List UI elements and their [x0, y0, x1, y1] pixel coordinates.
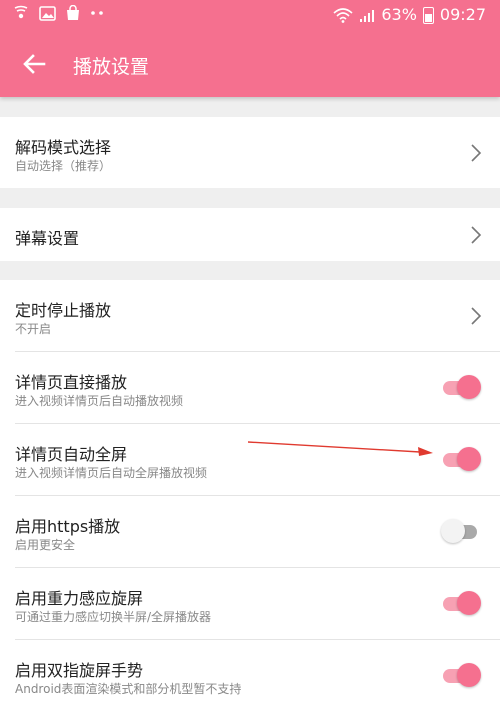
row-subtitle: 进入视频详情页后自动播放视频	[15, 394, 184, 408]
row-subtitle: Android表面渲染模式和部分机型暂不支持	[15, 682, 242, 696]
toggle-knob	[457, 591, 481, 615]
row-title: 详情页自动全屏	[15, 445, 128, 464]
toggle-knob	[457, 375, 481, 399]
group-playback: 定时停止播放 不开启 详情页直接播放 进入视频详情页后自动播放视频 详情页自动全…	[0, 280, 500, 711]
gravity-rotate-toggle[interactable]	[443, 589, 481, 617]
row-subtitle: 不开启	[15, 322, 52, 336]
row-subtitle: 启用更安全	[15, 538, 76, 552]
status-bar: 63% 09:27	[0, 0, 500, 30]
battery-percent: 63%	[381, 5, 417, 24]
row-subtitle: 进入视频详情页后自动全屏播放视频	[15, 466, 208, 480]
status-left-icons	[12, 5, 104, 21]
row-danmaku-settings[interactable]: 弹幕设置	[0, 208, 500, 261]
signal-icon	[360, 9, 375, 22]
more-dots-icon	[91, 11, 103, 15]
row-title: 启用https播放	[15, 517, 121, 536]
toggle-knob	[457, 663, 481, 687]
row-title: 弹幕设置	[15, 229, 80, 248]
row-title: 详情页直接播放	[15, 373, 128, 392]
group-decode: 解码模式选择 自动选择（推荐）	[0, 117, 500, 188]
row-decode-mode[interactable]: 解码模式选择 自动选择（推荐）	[0, 117, 500, 188]
toggle-knob	[441, 519, 465, 543]
clock: 09:27	[439, 5, 486, 24]
arrow-left-icon[interactable]	[18, 48, 50, 80]
row-https-play[interactable]: 启用https播放 启用更安全	[0, 496, 500, 567]
toggle-knob	[457, 447, 481, 471]
cast-icon	[14, 5, 28, 19]
two-finger-rotate-toggle[interactable]	[443, 661, 481, 689]
row-subtitle: 可通过重力感应切换半屏/全屏播放器	[15, 610, 212, 624]
shopping-bag-icon	[67, 5, 79, 20]
status-right-icons: 63% 09:27	[333, 5, 486, 25]
battery-icon	[422, 6, 434, 24]
row-subtitle: 自动选择（推荐）	[15, 159, 112, 173]
row-direct-play[interactable]: 详情页直接播放 进入视频详情页后自动播放视频	[0, 352, 500, 423]
group-danmaku: 弹幕设置	[0, 208, 500, 261]
row-title: 解码模式选择	[15, 138, 112, 157]
wifi-icon	[333, 8, 353, 23]
chevron-right-icon	[471, 307, 482, 325]
direct-play-toggle[interactable]	[443, 373, 481, 401]
row-auto-fullscreen[interactable]: 详情页自动全屏 进入视频详情页后自动全屏播放视频	[0, 424, 500, 495]
image-icon	[39, 5, 56, 21]
chevron-right-icon	[471, 226, 482, 244]
row-two-finger-rotate[interactable]: 启用双指旋屏手势 Android表面渲染模式和部分机型暂不支持	[0, 640, 500, 711]
app-bar: 63% 09:27 播放设置	[0, 0, 500, 97]
row-timer-stop[interactable]: 定时停止播放 不开启	[0, 280, 500, 351]
toolbar: 播放设置	[0, 30, 500, 97]
row-title: 启用重力感应旋屏	[15, 589, 144, 608]
row-title: 定时停止播放	[15, 301, 112, 320]
chevron-right-icon	[471, 144, 482, 162]
row-title: 启用双指旋屏手势	[15, 661, 144, 680]
auto-fullscreen-toggle[interactable]	[443, 445, 481, 473]
https-toggle[interactable]	[441, 517, 481, 545]
row-gravity-rotate[interactable]: 启用重力感应旋屏 可通过重力感应切换半屏/全屏播放器	[0, 568, 500, 639]
page-title: 播放设置	[73, 56, 150, 78]
